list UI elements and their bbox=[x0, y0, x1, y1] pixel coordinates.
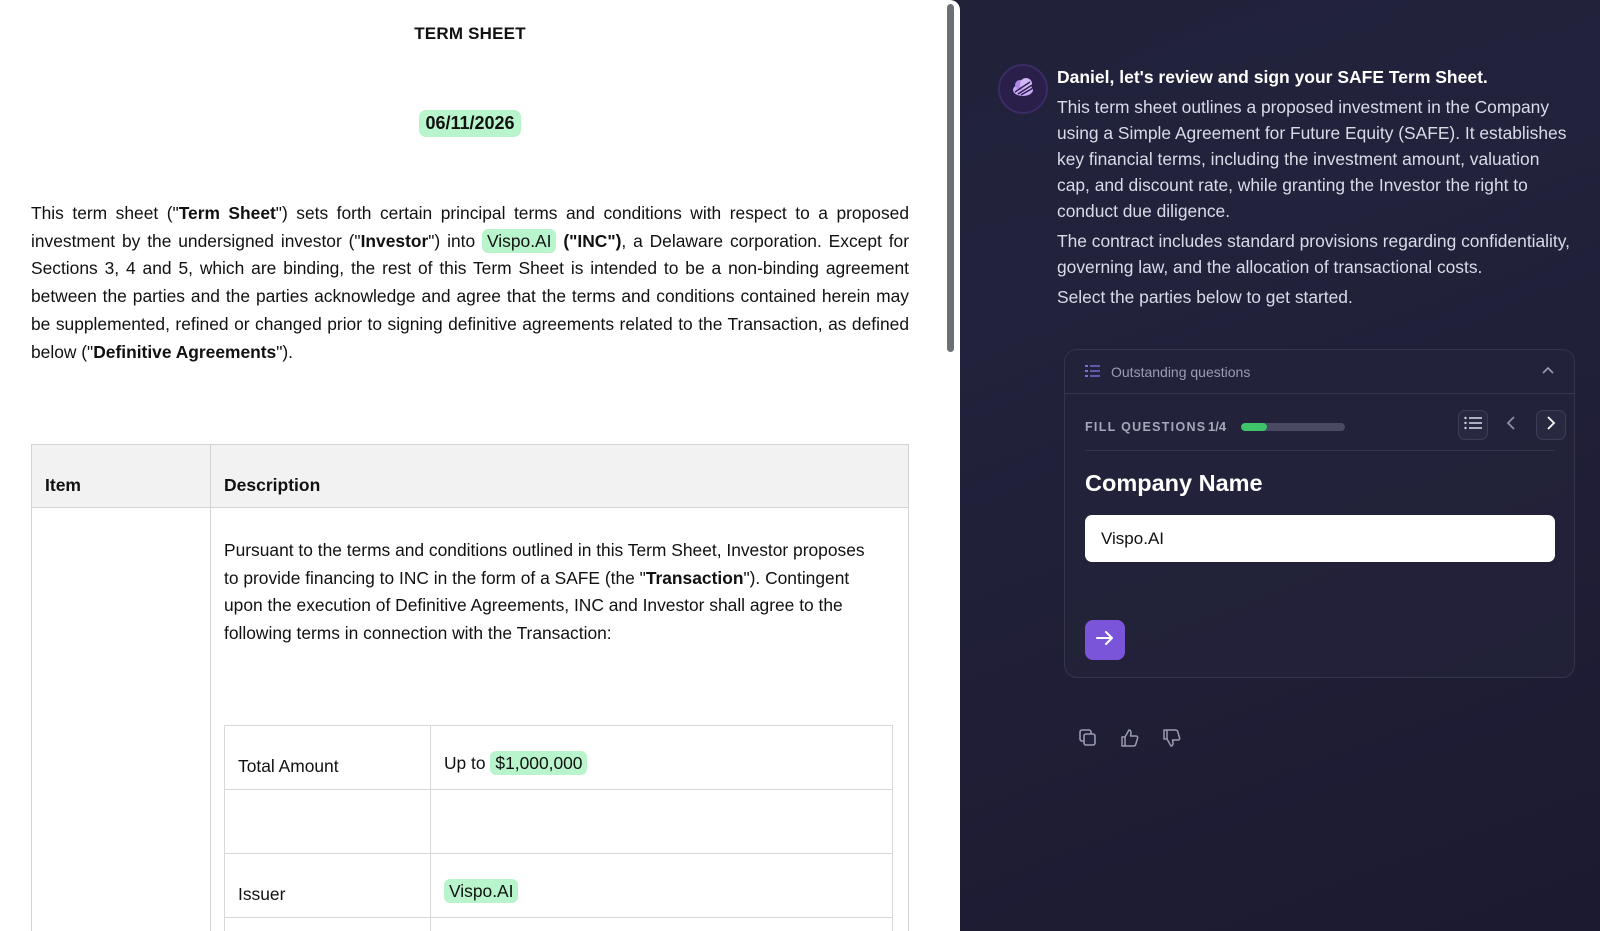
table-row: Issuer Vispo.AI bbox=[225, 854, 892, 918]
intro-paragraph: This term sheet ("Term Sheet") sets fort… bbox=[31, 203, 910, 362]
outstanding-questions-panel: Outstanding questions FILL QUESTIONS 1/4 bbox=[1064, 349, 1575, 678]
copy-button[interactable] bbox=[1076, 728, 1100, 752]
question-title: Company Name bbox=[1085, 470, 1263, 496]
thumbs-up-button[interactable] bbox=[1118, 728, 1142, 752]
chevron-right-icon bbox=[1544, 415, 1558, 436]
thumbs-down-button[interactable] bbox=[1160, 728, 1184, 752]
message-paragraph: This term sheet outlines a proposed inve… bbox=[1057, 97, 1567, 221]
list-view-button[interactable] bbox=[1458, 410, 1488, 440]
document-scrollbar[interactable] bbox=[947, 4, 954, 352]
message-title: Daniel, let's review and sign your SAFE … bbox=[1057, 67, 1488, 87]
question-counter: 1/4 bbox=[1208, 419, 1227, 434]
row-label: Issuer bbox=[238, 884, 286, 904]
table-row: Total Amount Up to $1,000,000 bbox=[225, 726, 892, 790]
row-value: Vispo.AI bbox=[444, 879, 519, 903]
thumbs-up-icon bbox=[1120, 728, 1140, 753]
document-pane: TERM SHEET 06/11/2026 This term sheet ("… bbox=[0, 0, 960, 931]
column-divider bbox=[210, 445, 211, 931]
arrow-right-icon bbox=[1095, 629, 1115, 652]
table-row bbox=[225, 790, 892, 854]
terms-table: Item Description Pursuant to the terms a… bbox=[31, 444, 909, 931]
message-paragraph: The contract includes standard provision… bbox=[1057, 231, 1570, 277]
chevron-left-icon bbox=[1504, 415, 1518, 436]
chevron-up-icon[interactable] bbox=[1541, 364, 1555, 383]
column-header-description: Description bbox=[224, 475, 321, 495]
list-icon bbox=[1085, 364, 1100, 383]
total-amount-field[interactable]: $1,000,000 bbox=[490, 751, 588, 775]
assistant-message: Daniel, let's review and sign your SAFE … bbox=[1057, 64, 1577, 314]
thumbs-down-icon bbox=[1162, 728, 1182, 753]
document-date[interactable]: 06/11/2026 bbox=[419, 110, 521, 137]
previous-question-button[interactable] bbox=[1496, 410, 1526, 440]
company-name-field[interactable]: Vispo.AI bbox=[482, 228, 557, 253]
assistant-avatar bbox=[998, 64, 1048, 114]
issuer-field[interactable]: Vispo.AI bbox=[444, 879, 519, 903]
list-view-icon bbox=[1464, 416, 1482, 435]
fill-questions-bar: FILL QUESTIONS 1/4 bbox=[1085, 405, 1566, 451]
fill-questions-label: FILL QUESTIONS bbox=[1085, 420, 1207, 434]
message-paragraph: Select the parties below to get started. bbox=[1057, 287, 1353, 307]
document-title: TERM SHEET bbox=[414, 24, 526, 43]
company-name-input[interactable] bbox=[1085, 515, 1555, 562]
questions-panel-title: Outstanding questions bbox=[1111, 364, 1251, 380]
transaction-description: Pursuant to the terms and conditions out… bbox=[224, 540, 865, 644]
progress-bar bbox=[1241, 423, 1345, 431]
questions-panel-header[interactable]: Outstanding questions bbox=[1065, 350, 1574, 394]
submit-answer-button[interactable] bbox=[1085, 620, 1125, 660]
copy-icon bbox=[1078, 728, 1098, 753]
terms-detail-table: Total Amount Up to $1,000,000 Issuer Vis… bbox=[224, 725, 893, 931]
chat-pane: Daniel, let's review and sign your SAFE … bbox=[960, 0, 1600, 931]
cloud-logo-icon bbox=[1010, 76, 1036, 103]
next-question-button[interactable] bbox=[1536, 410, 1566, 440]
table-header: Item Description bbox=[32, 445, 908, 508]
row-value: Up to $1,000,000 bbox=[444, 751, 588, 775]
column-header-item: Item bbox=[45, 475, 81, 495]
progress-fill bbox=[1241, 423, 1267, 431]
row-label: Total Amount bbox=[238, 756, 339, 776]
